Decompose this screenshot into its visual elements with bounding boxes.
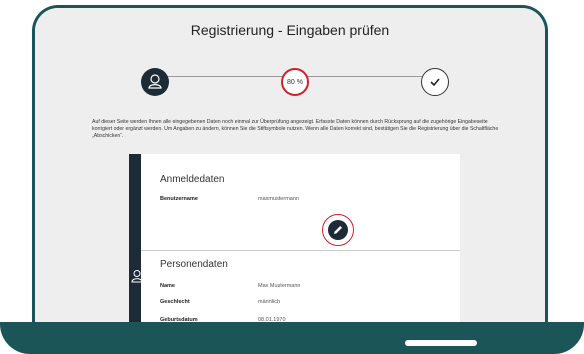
progress-step-user [141,68,169,96]
laptop-screen-frame: Registrierung - Eingaben prüfen 80 % Auf… [32,5,548,335]
laptop-trackpad [405,340,477,346]
edit-login-button[interactable] [322,214,354,246]
field-label-username: Benutzername [160,196,198,202]
laptop-base [0,322,584,354]
section-title-login: Anmeldedaten [160,174,225,185]
section-divider [141,250,460,251]
field-value-gender: männlich [258,299,281,305]
section-title-personal: Personendaten [160,259,228,270]
edit-button-background[interactable] [328,220,348,240]
field-label-name: Name [160,283,175,289]
pencil-icon[interactable] [332,224,344,236]
user-outline-icon [131,269,143,288]
card-sidebar [129,154,141,334]
review-card: Anmeldedaten Benutzername maxmustermann … [129,154,460,334]
field-label-gender: Geschlecht [160,299,190,305]
instructions-text: Auf dieser Seite werden Ihnen alle einge… [92,119,499,139]
field-value-username: maxmustermann [258,196,299,202]
checkmark-icon [430,78,440,87]
field-value-name: Max Mustermann [258,283,301,289]
progress-step-confirm [421,68,449,96]
page-title: Registrierung - Eingaben prüfen [190,22,390,38]
app-screen: Registrierung - Eingaben prüfen 80 % Auf… [35,8,545,335]
progress-step-percent: 80 % [281,68,309,96]
user-icon [148,74,162,89]
progress-percent-label: 80 % [287,78,303,86]
